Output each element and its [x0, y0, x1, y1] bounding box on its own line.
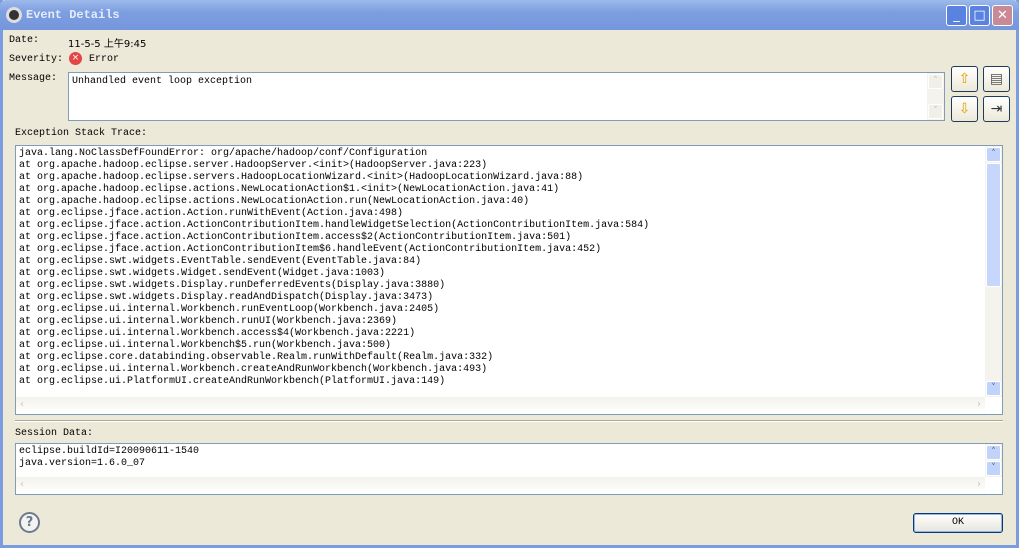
session-data-label: Session Data:: [15, 428, 94, 439]
text-line: at org.eclipse.ui.internal.Workbench$5.r…: [19, 340, 392, 351]
text-line: at org.eclipse.jface.action.Action.runWi…: [19, 208, 404, 219]
session-data-text: eclipse.buildId=I20090611-1540 java.versi…: [19, 446, 199, 470]
date-label: Date:: [9, 35, 40, 46]
text-line: at org.eclipse.swt.widgets.Display.runDe…: [19, 280, 446, 291]
title-bar[interactable]: Event Details _ □ ✕: [0, 0, 1019, 30]
scroll-up-icon[interactable]: ˄: [928, 74, 943, 89]
session-horizontal-scrollbar[interactable]: ‹ ›: [16, 477, 985, 494]
text-line: at org.eclipse.swt.widgets.Widget.sendEv…: [19, 268, 386, 279]
text-line: at org.eclipse.core.databinding.observab…: [19, 352, 494, 363]
text-line: eclipse.buildId=I20090611-1540: [19, 446, 200, 457]
text-line: at org.eclipse.ui.internal.Workbench.run…: [19, 316, 398, 327]
previous-event-button[interactable]: ⇧: [951, 66, 978, 92]
date-value: 11-5-5 上午9:45: [68, 39, 147, 50]
session-vertical-scrollbar[interactable]: ˄ ˅: [985, 444, 1002, 477]
text-line: at org.eclipse.ui.internal.Workbench.cre…: [19, 364, 488, 375]
scroll-down-icon[interactable]: ˅: [986, 461, 1001, 476]
message-label: Message:: [9, 73, 58, 84]
text-line: at org.eclipse.jface.action.ActionContri…: [19, 232, 572, 243]
scroll-up-icon[interactable]: ˄: [986, 445, 1001, 460]
text-line: at org.eclipse.jface.action.ActionContri…: [19, 220, 650, 231]
text-line: at org.apache.hadoop.eclipse.actions.New…: [19, 184, 560, 195]
text-line: java.lang.NoClassDefFoundError: org/apac…: [19, 148, 428, 159]
minimize-button[interactable]: _: [946, 5, 967, 26]
eclipse-gear-icon: [6, 7, 22, 23]
divider: [15, 420, 1003, 422]
stack-horizontal-scrollbar[interactable]: ‹ ›: [16, 397, 985, 414]
message-vertical-scrollbar[interactable]: ˄ ˅: [927, 73, 944, 120]
scroll-down-icon[interactable]: ˅: [986, 381, 1001, 396]
message-textbox[interactable]: Unhandled event loop exception ˄ ˅: [68, 72, 945, 121]
text-line: at org.eclipse.ui.internal.Workbench.acc…: [19, 328, 416, 339]
severity-label: Severity:: [9, 54, 64, 65]
scroll-thumb[interactable]: [986, 163, 1001, 287]
text-line: at org.eclipse.swt.widgets.Display.readA…: [19, 292, 434, 303]
stack-vertical-scrollbar[interactable]: ˄ ˅: [985, 146, 1002, 397]
stack-trace-textbox[interactable]: java.lang.NoClassDefFoundError: org/apac…: [15, 145, 1003, 415]
stack-trace-label: Exception Stack Trace:: [15, 128, 148, 139]
help-icon[interactable]: ?: [19, 512, 40, 533]
text-line: at org.apache.hadoop.eclipse.actions.New…: [19, 196, 530, 207]
severity-value: Error: [89, 54, 120, 65]
text-line: at org.apache.hadoop.eclipse.servers.Had…: [19, 172, 584, 183]
scroll-up-icon[interactable]: ˄: [986, 147, 1001, 162]
session-data-textbox[interactable]: eclipse.buildId=I20090611-1540 java.versi…: [15, 443, 1003, 495]
text-line: at org.eclipse.ui.PlatformUI.createAndRu…: [19, 376, 446, 387]
copy-to-clipboard-button[interactable]: ▤: [983, 66, 1010, 92]
text-line: at org.apache.hadoop.eclipse.server.Hado…: [19, 160, 488, 171]
event-filter-button[interactable]: ⇥: [983, 96, 1010, 122]
text-line: at org.eclipse.ui.internal.Workbench.run…: [19, 304, 440, 315]
window-title: Event Details: [26, 8, 120, 22]
message-text: Unhandled event loop exception: [72, 76, 253, 87]
stack-trace-text: java.lang.NoClassDefFoundError: org/apac…: [19, 148, 649, 388]
text-line: java.version=1.6.0_07: [19, 458, 146, 469]
close-button[interactable]: ✕: [992, 5, 1013, 26]
maximize-button[interactable]: □: [969, 5, 990, 26]
text-line: at org.eclipse.swt.widgets.EventTable.se…: [19, 256, 422, 267]
text-line: at org.eclipse.jface.action.ActionContri…: [19, 244, 602, 255]
error-icon: ×: [69, 52, 82, 65]
next-event-button[interactable]: ⇩: [951, 96, 978, 122]
scroll-down-icon[interactable]: ˅: [928, 104, 943, 119]
ok-button[interactable]: OK: [913, 513, 1003, 533]
